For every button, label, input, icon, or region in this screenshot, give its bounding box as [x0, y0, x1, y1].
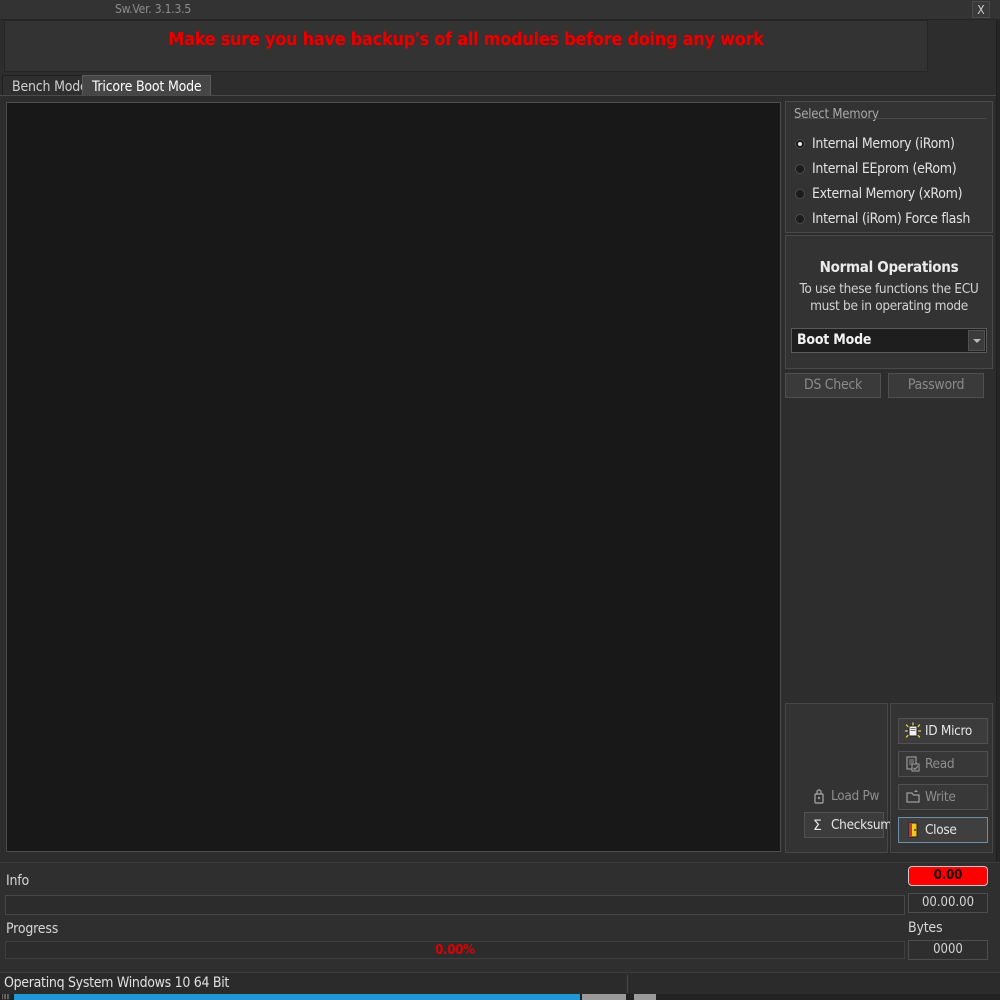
status-bar-divider — [627, 975, 628, 993]
key-lock-icon — [810, 787, 828, 805]
exit-door-icon — [904, 821, 922, 839]
sigma-icon: Σ — [810, 816, 828, 834]
log-output-area[interactable] — [6, 102, 781, 852]
radio-indicator-icon — [795, 189, 805, 199]
application-window: Sw.Ver. 3.1.3.5 X Make sure you have bac… — [0, 0, 1000, 1000]
radio-indicator-icon — [795, 214, 805, 224]
read-label: Read — [925, 756, 955, 772]
write-folder-icon — [904, 788, 922, 806]
bottom-strip-glyphs: ||||| — [2, 994, 10, 1000]
radio-label: Internal Memory (iRom) — [812, 136, 955, 152]
info-field[interactable] — [5, 895, 905, 915]
mode-select-value: Boot Mode — [797, 332, 872, 348]
info-label: Info — [6, 873, 30, 889]
read-document-icon — [904, 755, 922, 773]
mode-select-dropdown[interactable]: Boot Mode — [791, 328, 987, 353]
status-footer: Info Progress 0.00% — [0, 862, 1000, 973]
radio-label: Internal EEprom (eRom) — [812, 161, 957, 177]
status-bar: Operatinq System Windows 10 64 Bit — [0, 972, 1000, 995]
select-memory-divider — [794, 118, 986, 119]
normal-operations-group: Normal Operations To use these functions… — [785, 235, 993, 369]
bottom-strip-tick — [634, 994, 656, 1000]
bytes-value-field: 0000 — [908, 940, 988, 960]
status-bar-text: Operatinq System Windows 10 64 Bit — [4, 975, 230, 991]
close-button[interactable]: Close — [898, 817, 988, 843]
checksum-button[interactable]: Σ Checksum — [804, 812, 892, 838]
primary-actions-panel: ID Micro Read Write Close — [890, 703, 993, 853]
tab-tricore-boot-mode[interactable]: Tricore Boot Mode — [82, 75, 212, 97]
window-close-button[interactable]: X — [972, 1, 990, 18]
progress-percent-text: 0.00% — [435, 943, 475, 958]
chip-flash-icon — [904, 722, 922, 740]
bottom-strip-tick — [582, 994, 626, 1000]
load-pw-button[interactable]: Load Pw — [804, 783, 884, 809]
bottom-scroll-strip[interactable]: ||||| — [0, 994, 1000, 1000]
timer-primary-display: 0.00 — [908, 866, 988, 886]
secondary-actions-panel: Load Pw Σ Checksum — [785, 703, 892, 853]
write-button[interactable]: Write — [898, 784, 988, 810]
checksum-label: Checksum — [831, 817, 892, 833]
radio-indicator-icon — [795, 164, 805, 174]
warning-banner: Make sure you have backup's of all modul… — [4, 20, 928, 72]
load-pw-label: Load Pw — [831, 788, 880, 804]
id-micro-button[interactable]: ID Micro — [898, 718, 988, 744]
password-button[interactable]: Password — [888, 373, 984, 398]
close-label: Close — [925, 822, 957, 838]
window-right-edge — [996, 19, 1000, 862]
ds-check-button[interactable]: DS Check — [785, 373, 881, 398]
svg-text:Σ: Σ — [813, 818, 822, 834]
software-version-label: Sw.Ver. 3.1.3.5 — [115, 2, 192, 16]
warning-banner-text: Make sure you have backup's of all modul… — [168, 29, 764, 50]
radio-label: Internal (iRom) Force flash — [812, 211, 971, 227]
write-label: Write — [925, 789, 956, 805]
bytes-label: Bytes — [908, 920, 943, 936]
radio-label: External Memory (xRom) — [812, 186, 963, 202]
chevron-down-icon[interactable] — [968, 330, 985, 351]
select-memory-caption: Select Memory — [794, 107, 879, 122]
radio-indicator-icon — [795, 139, 805, 149]
select-memory-group: Select Memory Internal Memory (iRom) Int… — [785, 101, 993, 233]
progress-label: Progress — [6, 921, 59, 937]
normal-operations-note: To use these functions the ECU must be i… — [799, 281, 979, 314]
title-bar: Sw.Ver. 3.1.3.5 X — [0, 0, 1000, 20]
normal-operations-title: Normal Operations — [819, 258, 959, 276]
timer-secondary-display: 00.00.00 — [908, 893, 988, 913]
bottom-strip-fill — [14, 994, 580, 1000]
id-micro-label: ID Micro — [925, 723, 973, 739]
read-button[interactable]: Read — [898, 751, 988, 777]
tab-strip: Bench Mode Tricore Boot Mode — [0, 73, 1000, 97]
